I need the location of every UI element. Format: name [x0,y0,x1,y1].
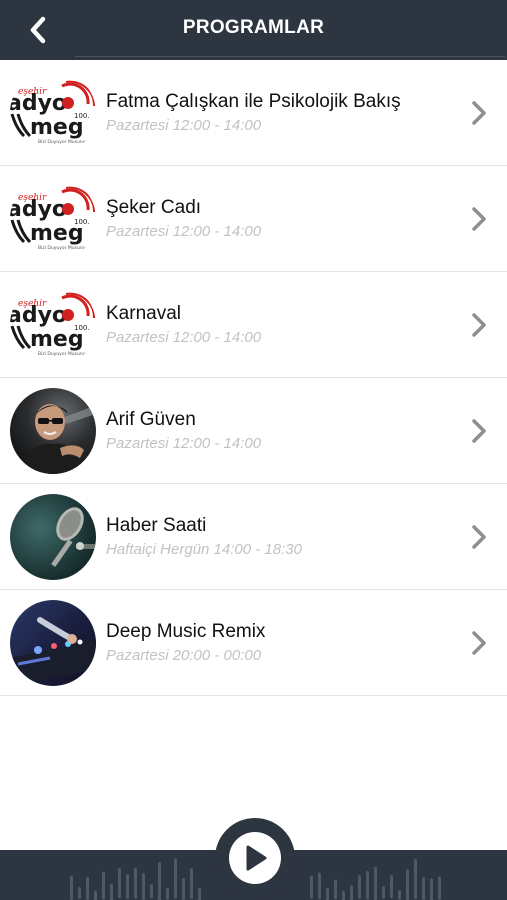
dj-mixer-photo [10,600,96,686]
play-icon [246,845,267,871]
waveform-bar [158,861,161,900]
chevron-right-icon [472,101,486,125]
svg-text:Bizi Duyuyor Musunuz: Bizi Duyuyor Musunuz [38,139,89,145]
waveform-bar [126,873,129,899]
program-row-arif-guven[interactable]: Arif Güven Pazartesi 12:00 - 14:00 [0,378,507,484]
program-name: Deep Music Remix [106,621,266,642]
program-schedule: Pazartesi 12:00 - 14:00 [106,329,262,346]
header-bar: PROGRAMLAR [0,0,507,60]
program-name: Fatma Çalışkan ile Psikolojik Bakış [106,91,401,112]
program-name: Şeker Cadı [106,197,202,218]
program-name: Karnaval [106,303,181,324]
microphone-photo [10,494,96,580]
svg-text:meg: meg [30,115,84,140]
page-title: PROGRAMLAR [182,17,325,38]
waveform-bar [134,867,137,899]
waveform-bar [414,858,417,900]
waveform-bar [342,890,345,900]
header-divider [75,56,505,57]
radyo-mega-logo: eşehir adyo 100. meg Bizi Duyuyor Musunu… [10,176,96,262]
play-button[interactable] [215,818,295,898]
waveform-bar [430,878,433,900]
waveform-bar [326,887,329,900]
program-schedule: Pazartesi 12:00 - 14:00 [106,435,262,452]
program-row-karnaval[interactable]: eşehir adyo 100. meg Bizi Duyuyor Musunu… [0,272,507,378]
program-schedule: Haftaiçi Hergün 14:00 - 18:30 [106,541,302,558]
radyo-mega-logo: eşehir adyo 100. meg Bizi Duyuyor Musunu… [10,282,96,368]
waveform-bar [102,871,105,900]
program-row-seker-cadi[interactable]: eşehir adyo 100. meg Bizi Duyuyor Musunu… [0,166,507,272]
program-schedule: Pazartesi 12:00 - 14:00 [106,117,262,134]
program-name: Haber Saati [106,515,207,536]
waveform-bar [70,875,73,900]
program-schedule: Pazartesi 20:00 - 00:00 [106,647,262,664]
waveform-bar [310,875,313,899]
program-row-haber-saati[interactable]: Haber Saati Haftaiçi Hergün 14:00 - 18:3… [0,484,507,590]
svg-text:adyo: adyo [10,303,67,328]
chevron-right-icon [472,313,486,337]
program-schedule: Pazartesi 12:00 - 14:00 [106,223,262,240]
waveform-bar [142,872,145,900]
waveform-bar [350,885,353,900]
waveform-bar [166,887,169,900]
svg-text:meg: meg [30,327,84,352]
waveform-bar [374,866,377,900]
waveform-bar [94,890,97,900]
waveform-bar [382,886,385,899]
waveform-bar [406,869,409,900]
host-photo [10,388,96,474]
waveform-bar [334,879,337,900]
waveform-bar [118,867,121,899]
program-row-fatma-caliskan[interactable]: eşehir adyo 100. meg Bizi Duyuyor Musunu… [0,60,507,166]
waveform-bar [78,887,81,899]
waveform-bar [366,871,369,900]
svg-text:adyo: adyo [10,91,67,116]
waveform-bar [182,877,185,900]
waveform-bar [318,872,321,900]
waveform-bar [150,884,153,899]
svg-text:Bizi Duyuyor Musunuz: Bizi Duyuyor Musunuz [38,351,89,357]
waveform-bar [198,888,201,900]
waveform-bar [110,883,113,900]
waveform-bar [390,875,393,899]
play-button-face [229,832,281,884]
waveform-bar [86,876,89,900]
program-name: Arif Güven [106,409,196,430]
waveform-bar [438,876,441,900]
program-list: eşehir adyo 100. meg Bizi Duyuyor Musunu… [0,60,507,696]
waveform-bar [190,868,193,900]
svg-text:meg: meg [30,221,84,246]
program-row-deep-music-remix[interactable]: Deep Music Remix Pazartesi 20:00 - 00:00 [0,590,507,696]
chevron-right-icon [472,631,486,655]
chevron-right-icon [472,419,486,443]
radyo-mega-logo: eşehir adyo 100. meg Bizi Duyuyor Musunu… [10,70,96,156]
chevron-right-icon [472,525,486,549]
svg-text:adyo: adyo [10,197,67,222]
svg-text:Bizi Duyuyor Musunuz: Bizi Duyuyor Musunuz [38,245,89,251]
waveform-bar [422,877,425,900]
waveform-bar [174,858,177,899]
waveform-bar [398,890,401,900]
chevron-right-icon [472,207,486,231]
waveform-bar [358,874,361,899]
